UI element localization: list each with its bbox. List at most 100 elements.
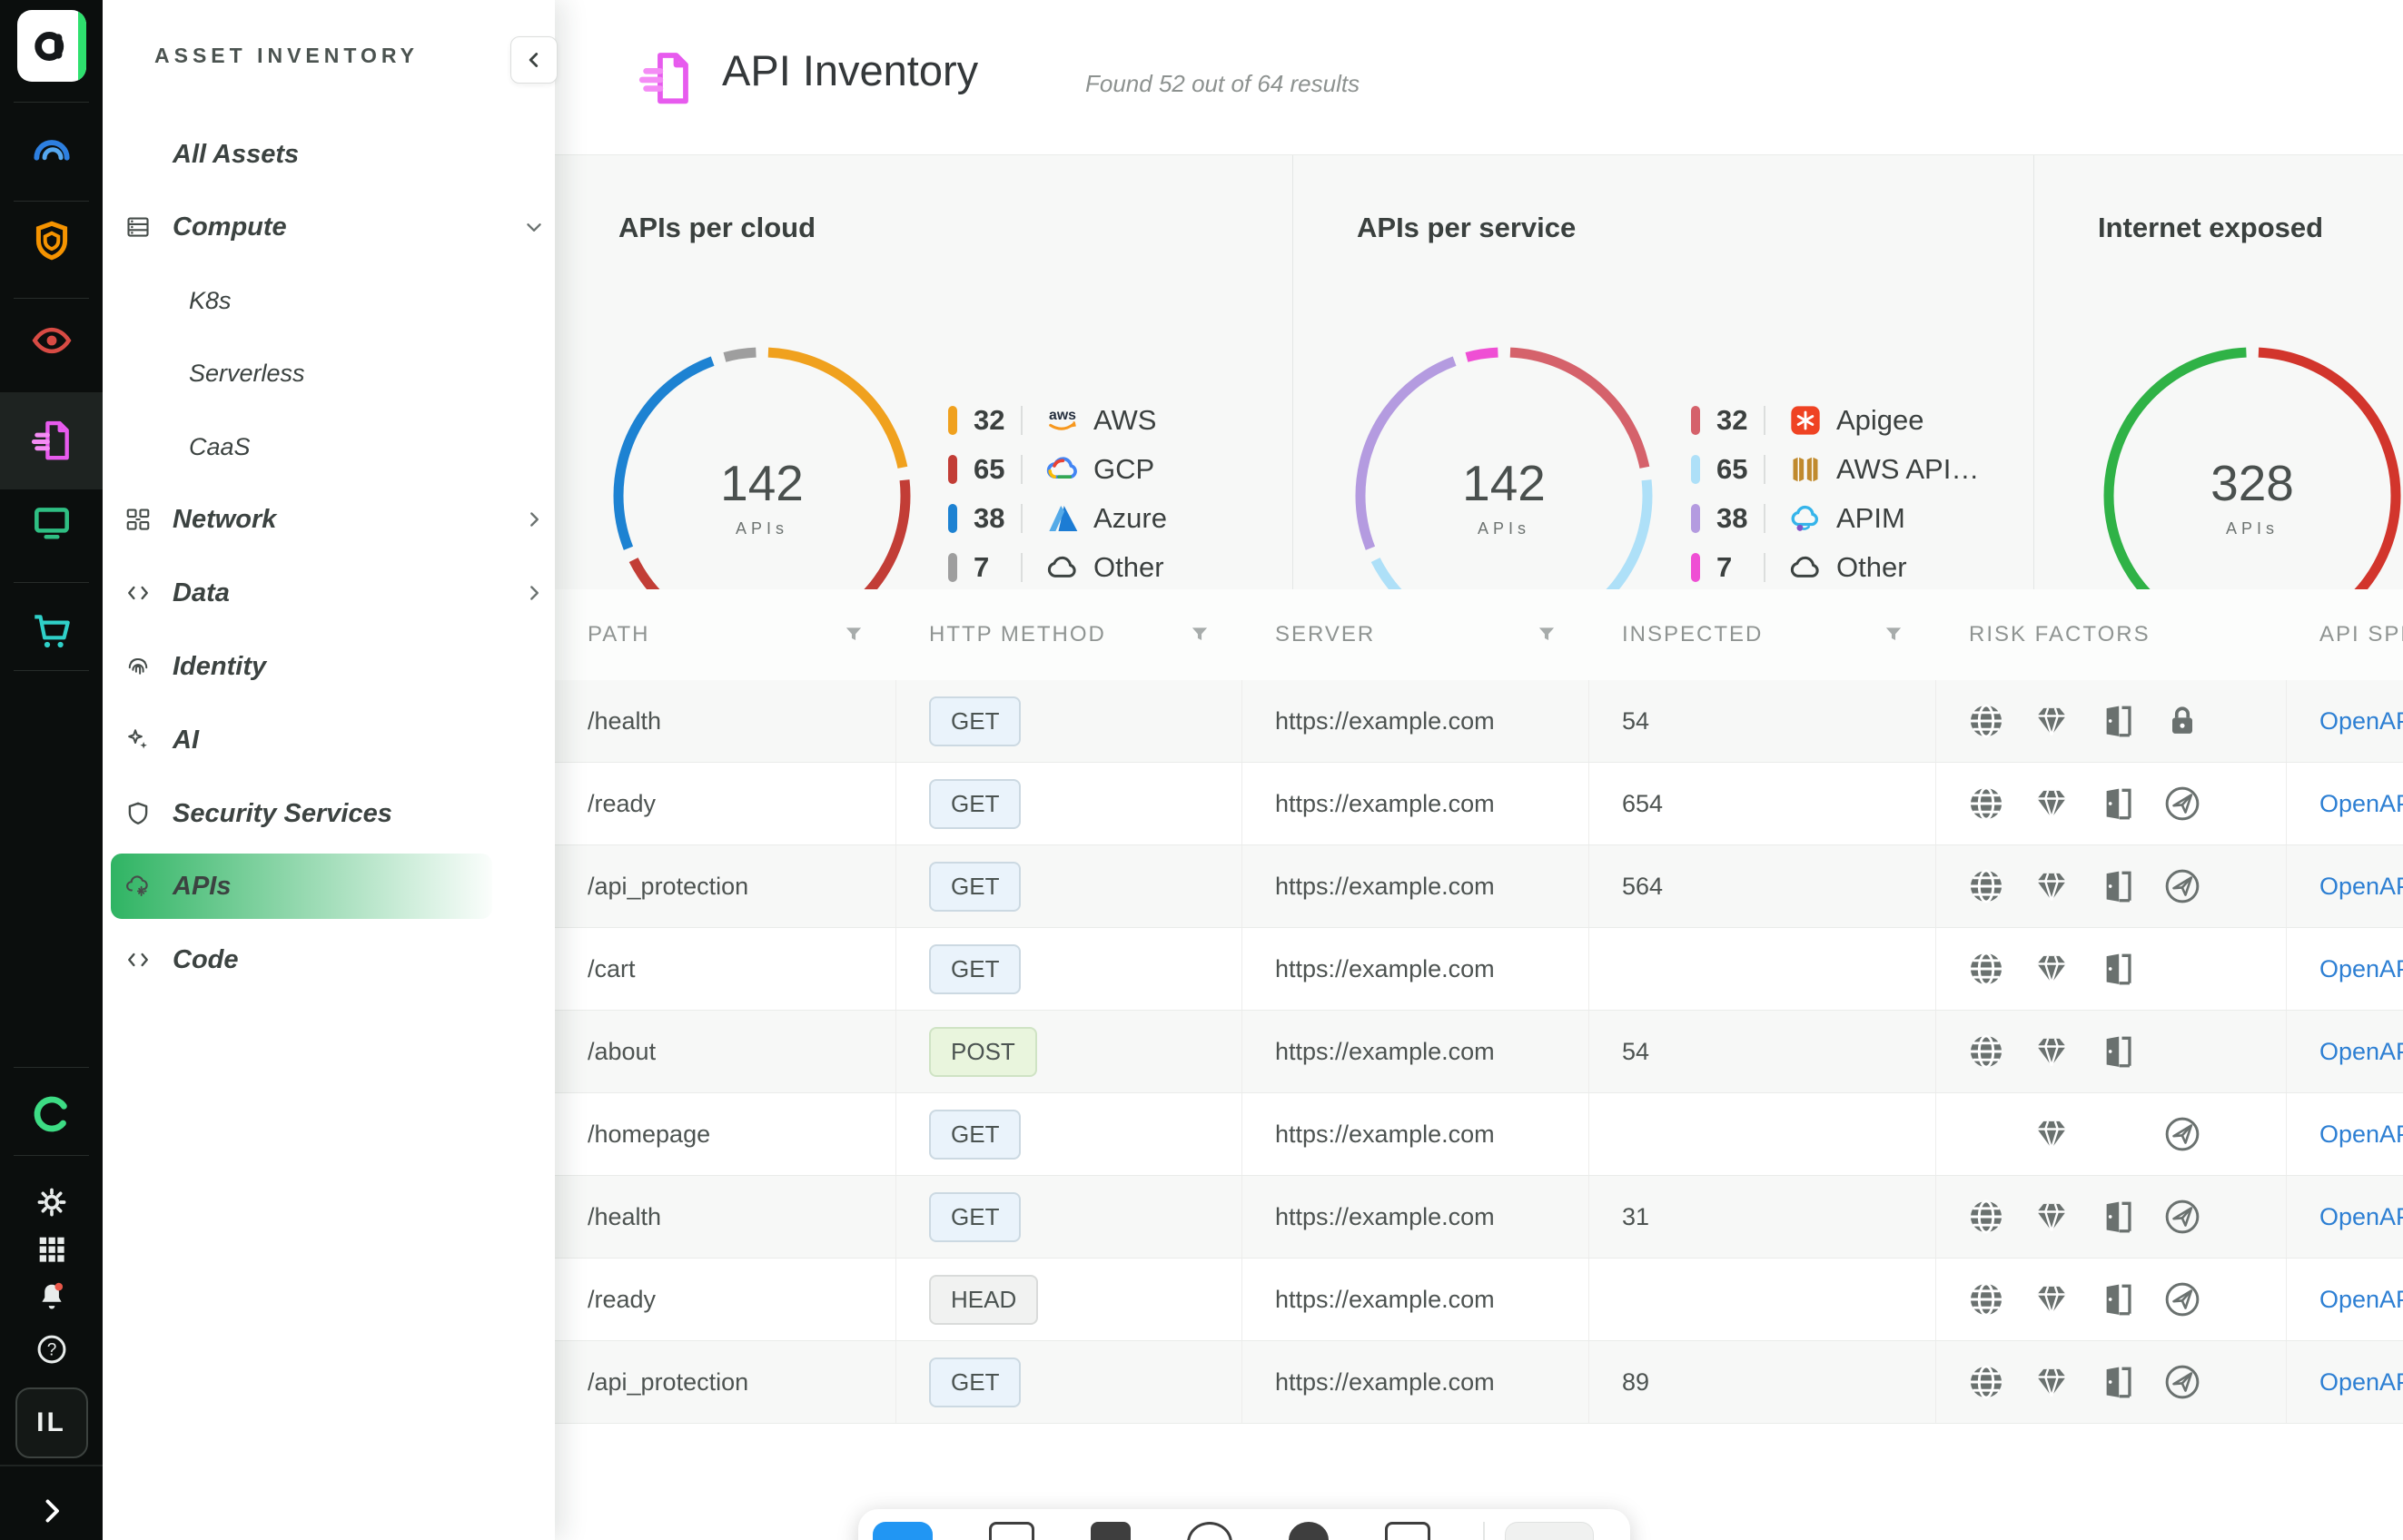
api-spec-link[interactable]: OpenAPI — [2319, 1368, 2403, 1397]
toolbar-icon-1[interactable] — [989, 1522, 1034, 1540]
risk-internet-exposed-icon — [1966, 1362, 2006, 1402]
filter-funnel-icon[interactable] — [1188, 623, 1211, 647]
api-spec-link[interactable]: OpenAPI — [2319, 1038, 2403, 1066]
orca-logo-icon[interactable] — [17, 10, 86, 82]
filter-funnel-icon[interactable] — [1882, 623, 1905, 647]
rail-expand-button[interactable] — [0, 1495, 103, 1527]
column-header-spec[interactable]: API SPEC — [2287, 589, 2403, 680]
risk-gem-icon — [2032, 701, 2072, 741]
sidebar-item-security-services[interactable]: Security Services — [103, 777, 555, 850]
sidebar-item-label: Code — [173, 945, 239, 975]
sidebar-item-label: Network — [173, 505, 276, 535]
toolbar-icon-4[interactable] — [1289, 1522, 1329, 1540]
table-row[interactable]: /health GET https://example.com 54 OpenA… — [555, 680, 2403, 763]
legend-value: 32 — [974, 404, 1021, 437]
rail-item-monitor-icon[interactable] — [0, 499, 103, 545]
column-header-server[interactable]: SERVER — [1242, 589, 1589, 680]
column-header-path[interactable]: PATH — [555, 589, 896, 680]
rail-item-bell-icon[interactable] — [0, 1279, 103, 1314]
column-header-inspected[interactable]: INSPECTED — [1589, 589, 1936, 680]
filter-funnel-icon[interactable] — [842, 623, 865, 647]
risk-empty-slot — [2097, 1114, 2137, 1154]
toolbar-secondary-button[interactable] — [1505, 1522, 1594, 1540]
risk-open-door-icon — [2097, 1197, 2137, 1237]
chevron-right-icon[interactable] — [522, 508, 546, 531]
loop-icon — [30, 1092, 74, 1136]
sidebar-item-compute[interactable]: Compute — [103, 191, 555, 263]
api-spec-link[interactable]: OpenAPI — [2319, 790, 2403, 818]
cell-method: GET — [896, 928, 1242, 1010]
api-spec-link[interactable]: OpenAPI — [2319, 1286, 2403, 1314]
cell-path: /ready — [555, 1259, 896, 1340]
http-method-badge: GET — [929, 1357, 1021, 1407]
cell-method: GET — [896, 680, 1242, 762]
rail-item-apps-grid-icon[interactable] — [0, 1232, 103, 1267]
toolbar-icon-5[interactable] — [1385, 1522, 1430, 1540]
table-row[interactable]: /cart GET https://example.com OpenAPI — [555, 928, 2403, 1011]
cell-server: https://example.com — [1242, 763, 1589, 844]
page-title: API Inventory — [722, 45, 978, 95]
table-row[interactable]: /ready HEAD https://example.com OpenAPI — [555, 1259, 2403, 1341]
table-row[interactable]: /api_protection GET https://example.com … — [555, 845, 2403, 928]
rail-item-shield-orange-icon[interactable] — [0, 218, 103, 263]
cell-risk-factors — [1936, 1259, 2287, 1340]
sidebar-item-ai[interactable]: AI — [103, 704, 555, 776]
rail-item-gear-icon[interactable] — [0, 1185, 103, 1219]
legend-label: AWS — [1093, 404, 1156, 437]
sidebar-item-label: CaaS — [189, 433, 251, 461]
toolbar-icon-2[interactable] — [1091, 1522, 1131, 1540]
chevron-down-icon[interactable] — [522, 215, 546, 239]
api-spec-link[interactable]: OpenAPI — [2319, 873, 2403, 901]
rail-item-loop-icon[interactable] — [0, 1092, 103, 1136]
sidebar-item-all-assets[interactable]: All Assets — [103, 118, 555, 191]
toolbar-primary-button[interactable] — [873, 1522, 933, 1540]
table-row[interactable]: /about POST https://example.com 54 OpenA… — [555, 1011, 2403, 1093]
sidebar-item-label: AI — [173, 726, 199, 755]
rail-item-gauge-icon[interactable] — [0, 127, 103, 173]
network-icon — [124, 506, 152, 533]
chevron-right-icon[interactable] — [522, 581, 546, 605]
rail-item-api-document-icon-active[interactable] — [0, 418, 103, 463]
api-spec-link[interactable]: OpenAPI — [2319, 1203, 2403, 1231]
column-label: SERVER — [1275, 622, 1375, 647]
api-spec-link[interactable]: OpenAPI — [2319, 1120, 2403, 1149]
risk-open-door-icon — [2097, 1279, 2137, 1319]
sidebar-item-data[interactable]: Data — [103, 557, 555, 629]
sidebar-item-identity[interactable]: Identity — [103, 630, 555, 703]
table-row[interactable]: /homepage GET https://example.com OpenAP… — [555, 1093, 2403, 1176]
risk-gem-icon — [2032, 784, 2072, 824]
legend-color-pill — [1691, 553, 1700, 582]
sidebar-item-network[interactable]: Network — [103, 483, 555, 556]
sidebar-item-serverless[interactable]: Serverless — [103, 337, 555, 410]
page-header: API Inventory Found 52 out of 64 results — [555, 0, 2403, 155]
rail-item-help-icon[interactable]: ? — [0, 1332, 103, 1367]
cell-path: /cart — [555, 928, 896, 1010]
sidebar-item-label: K8s — [189, 287, 232, 315]
api-spec-link[interactable]: OpenAPI — [2319, 955, 2403, 983]
sidebar-item-caas[interactable]: CaaS — [103, 410, 555, 483]
risk-gem-icon — [2032, 1114, 2072, 1154]
table-row[interactable]: /health GET https://example.com 31 OpenA… — [555, 1176, 2403, 1259]
cell-inspected — [1589, 1259, 1936, 1340]
column-header-method[interactable]: HTTP METHOD — [896, 589, 1242, 680]
rail-item-eye-icon[interactable] — [0, 318, 103, 363]
legend-divider — [1764, 455, 1765, 484]
table-row[interactable]: /api_protection GET https://example.com … — [555, 1341, 2403, 1424]
user-avatar[interactable]: IL — [0, 1387, 103, 1458]
sidebar-item-apis[interactable]: APIs — [103, 850, 555, 923]
risk-internet-exposed-icon — [1966, 1197, 2006, 1237]
table-row[interactable]: /ready GET https://example.com 654 OpenA… — [555, 763, 2403, 845]
sidebar-item-code[interactable]: Code — [103, 923, 555, 996]
chevron-right-icon — [35, 1495, 68, 1527]
cell-api-spec: OpenAPI — [2287, 1259, 2403, 1340]
sidebar-collapse-button[interactable] — [510, 36, 558, 84]
column-header-risk[interactable]: RISK FACTORS — [1936, 589, 2287, 680]
api-spec-link[interactable]: OpenAPI — [2319, 707, 2403, 735]
rail-item-cart-icon[interactable] — [0, 608, 103, 654]
filter-funnel-icon[interactable] — [1535, 623, 1558, 647]
toolbar-icon-3[interactable] — [1187, 1522, 1232, 1540]
rail-divider — [14, 670, 89, 671]
sidebar-item-k8s[interactable]: K8s — [103, 264, 555, 337]
column-label: INSPECTED — [1622, 622, 1763, 647]
cell-server: https://example.com — [1242, 845, 1589, 927]
